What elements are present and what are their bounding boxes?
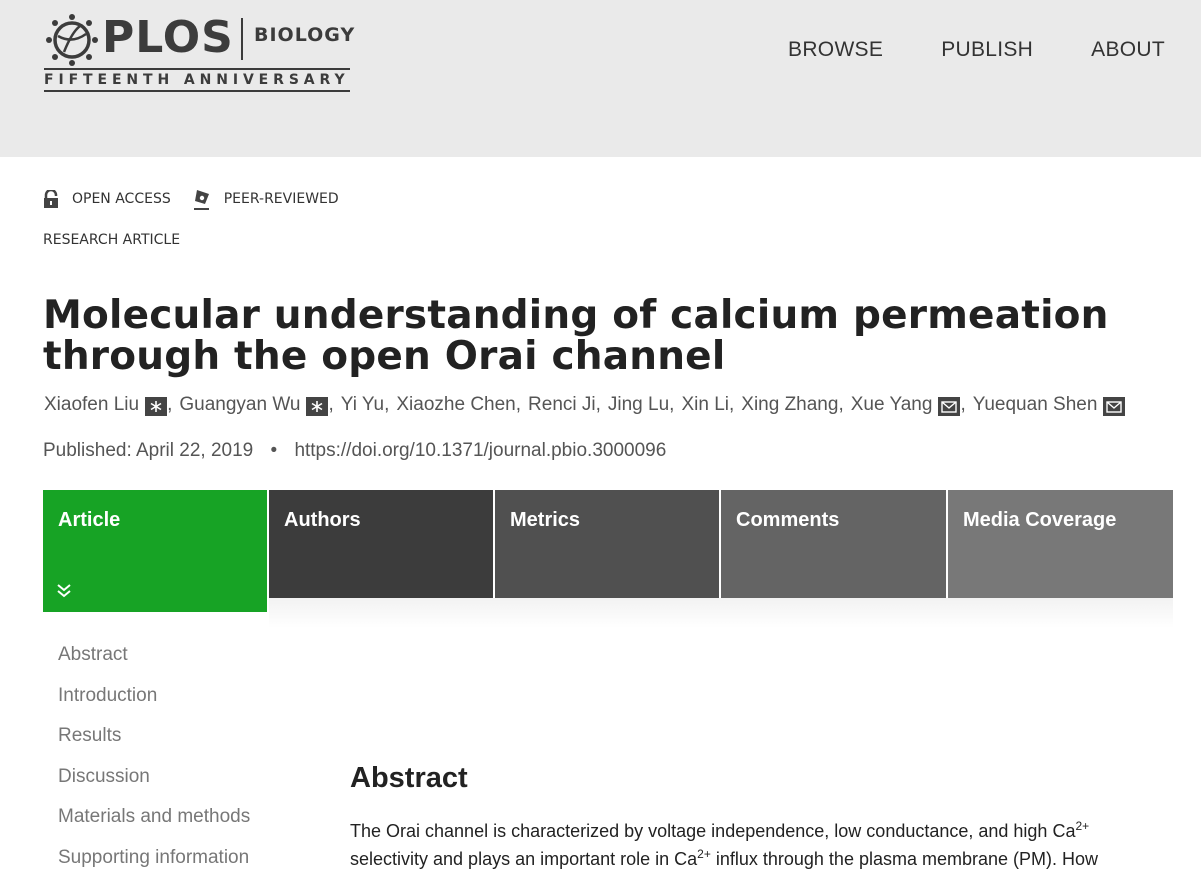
author-name-text: Xing Zhang xyxy=(741,394,839,415)
toc-item-materials-and-methods[interactable]: Materials and methods xyxy=(58,807,250,848)
separator-dot: • xyxy=(270,440,278,461)
author-separator: , xyxy=(515,394,522,415)
author-name[interactable]: Renci Ji xyxy=(528,394,596,416)
abstract-text-segment: The Orai channel is characterized by vol… xyxy=(350,821,1076,841)
author-separator: , xyxy=(960,394,966,415)
peer-review-icon xyxy=(193,190,209,210)
toc-item-discussion[interactable]: Discussion xyxy=(58,766,250,808)
author-name-text: Xin Li xyxy=(681,394,729,415)
nav-about[interactable]: ABOUT xyxy=(1091,38,1165,62)
article-badges: OPEN ACCESS PEER-REVIEWED xyxy=(43,188,361,210)
nav-publish[interactable]: PUBLISH xyxy=(941,38,1033,62)
author-name[interactable]: Guangyan Wu xyxy=(179,394,329,416)
author-name-text: Xue Yang xyxy=(850,394,933,415)
author-name-text: Xiaofen Liu xyxy=(44,394,140,415)
tab-media-coverage[interactable]: Media Coverage xyxy=(948,490,1173,598)
tab-metrics[interactable]: Metrics xyxy=(495,490,719,598)
superscript: 2+ xyxy=(697,847,711,861)
unlock-icon xyxy=(44,190,58,208)
tab-authors[interactable]: Authors xyxy=(269,490,493,598)
nav-browse[interactable]: BROWSE xyxy=(788,38,883,62)
logo-journal-text: BIOLOGY xyxy=(254,24,356,46)
author-name[interactable]: Xing Zhang xyxy=(741,394,838,416)
tabs-shadow xyxy=(269,598,1173,628)
logo-brand-text: PLOS xyxy=(102,12,234,63)
author-name[interactable]: Yi Yu xyxy=(341,394,384,416)
tab-label: Authors xyxy=(284,509,361,531)
author-separator: , xyxy=(384,394,390,415)
author-name[interactable]: Xiaofen Liu xyxy=(44,394,168,416)
tab-article[interactable]: Article xyxy=(43,490,267,612)
toc-item-introduction[interactable]: Introduction xyxy=(58,685,250,727)
author-name-text: Xiaozhe Chen xyxy=(396,394,516,415)
author-separator: , xyxy=(595,394,601,415)
equal-contribution-icon[interactable] xyxy=(145,396,168,416)
tab-comments[interactable]: Comments xyxy=(721,490,946,598)
equal-contribution-icon[interactable] xyxy=(306,396,329,416)
tab-label: Comments xyxy=(736,509,840,531)
author-separator: , xyxy=(728,394,735,415)
logo-divider xyxy=(241,18,243,60)
author-name-text: Yuequan Shen xyxy=(972,394,1098,415)
author-separator: , xyxy=(669,394,675,415)
author-name-text: Guangyan Wu xyxy=(179,394,301,415)
abstract-heading: Abstract xyxy=(350,762,468,794)
open-access-label: OPEN ACCESS xyxy=(72,191,171,207)
chevron-double-down-icon xyxy=(57,584,71,598)
main-nav: BROWSE PUBLISH ABOUT xyxy=(788,38,1165,62)
plos-biology-logo[interactable]: PLOS BIOLOGY FIFTEENTH ANNIVERSARY xyxy=(44,8,354,92)
article-tabs: Article Authors Metrics Comments Media C… xyxy=(43,490,1173,612)
article-type: RESEARCH ARTICLE xyxy=(43,232,181,248)
peer-reviewed-badge[interactable]: PEER-REVIEWED xyxy=(193,188,339,210)
logo-rule xyxy=(44,68,350,70)
logo-rule xyxy=(44,90,350,92)
peer-reviewed-label: PEER-REVIEWED xyxy=(223,191,339,207)
published-label: Published: xyxy=(43,440,132,461)
author-list: Xiaofen Liu, Guangyan Wu, Yi Yu, Xiaozhe Ch… xyxy=(44,394,1126,416)
author-separator: , xyxy=(328,394,334,415)
toc-item-supporting-information[interactable]: Supporting information xyxy=(58,847,250,872)
tab-label: Article xyxy=(58,509,121,531)
email-icon[interactable] xyxy=(938,396,961,416)
author-name[interactable]: Jing Lu xyxy=(608,394,669,416)
open-access-badge[interactable]: OPEN ACCESS xyxy=(43,190,171,208)
author-name-text: Jing Lu xyxy=(607,394,670,415)
plos-globe-icon xyxy=(46,14,98,66)
author-name[interactable]: Yuequan Shen xyxy=(973,394,1126,416)
site-header: PLOS BIOLOGY FIFTEENTH ANNIVERSARY BROWS… xyxy=(0,0,1201,157)
tab-label: Metrics xyxy=(510,509,581,531)
doi-link[interactable]: https://doi.org/10.1371/journal.pbio.300… xyxy=(294,440,666,461)
author-name-text: Yi Yu xyxy=(340,394,385,415)
tab-label: Media Coverage xyxy=(963,509,1117,531)
superscript: 2+ xyxy=(1075,819,1090,833)
toc-item-abstract[interactable]: Abstract xyxy=(58,645,250,686)
publication-info: Published: April 22, 2019 • https://doi.… xyxy=(43,440,666,462)
abstract-text-segment: selectivity and plays an important role … xyxy=(350,849,698,869)
author-separator: , xyxy=(167,394,173,415)
author-name[interactable]: Xiaozhe Chen xyxy=(396,394,515,416)
article-title: Molecular understanding of calcium perme… xyxy=(43,293,1109,379)
published-date: April 22, 2019 xyxy=(135,440,254,461)
toc-item-results[interactable]: Results xyxy=(58,726,250,767)
abstract-text-segment: influx through the plasma membrane (PM).… xyxy=(710,849,1099,869)
author-name[interactable]: Xue Yang xyxy=(851,394,961,416)
abstract-text: The Orai channel is characterized by vol… xyxy=(350,817,1174,872)
author-name[interactable]: Xin Li xyxy=(681,394,729,416)
logo-tagline: FIFTEENTH ANNIVERSARY xyxy=(44,72,350,88)
email-icon[interactable] xyxy=(1103,396,1126,416)
table-of-contents: Abstract Introduction Results Discussion… xyxy=(58,645,250,872)
author-name-text: Renci Ji xyxy=(528,394,596,415)
author-separator: , xyxy=(838,394,844,415)
